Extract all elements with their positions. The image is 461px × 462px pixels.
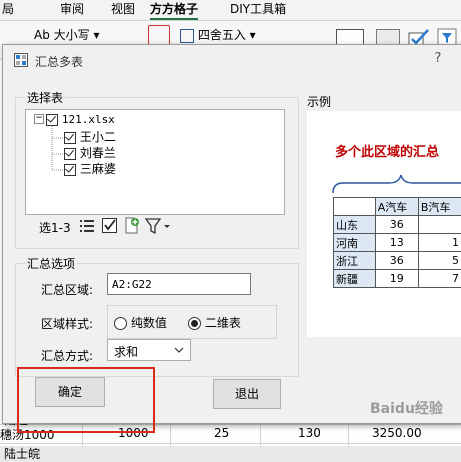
radio-label: 纯数值 xyxy=(131,316,167,330)
root-label: 121.xlsx xyxy=(62,113,115,126)
style-label: 区域样式: xyxy=(41,315,93,332)
preview-cell: 1 xyxy=(418,234,461,252)
select-sheets-label: 选择表 xyxy=(25,89,65,106)
preview-row: 浙江 36 5 xyxy=(334,252,461,270)
tree-root[interactable]: 121.xlsx xyxy=(46,112,115,126)
radio-circle[interactable] xyxy=(114,317,127,330)
brace-icon xyxy=(329,173,461,197)
tab-diy-toolbox[interactable]: DIY工具箱 xyxy=(230,0,286,18)
preview-cell: 河南 xyxy=(334,234,376,252)
item-label: 三麻婆 xyxy=(80,162,116,176)
cell-name-cut[interactable]: 陆士皖 xyxy=(4,445,40,462)
selection-count: 选1-3 xyxy=(39,219,71,236)
tree-item[interactable]: 刘春兰 xyxy=(64,144,116,161)
preview-cell: 36 xyxy=(375,252,418,270)
style-radio-group: 纯数值 二维表 xyxy=(107,305,277,339)
tree-item[interactable]: 王小二 xyxy=(64,128,116,145)
tree-collapse-toggle[interactable]: − xyxy=(34,114,44,124)
method-select[interactable]: 求和 xyxy=(107,339,191,361)
root-checkbox[interactable] xyxy=(46,114,58,126)
preview-cell: A汽车 xyxy=(375,198,418,216)
preview-cell: 新疆 xyxy=(334,270,376,288)
cell-count[interactable]: 130 xyxy=(298,426,321,440)
radio-plain-values[interactable]: 纯数值 xyxy=(114,314,167,331)
watermark: Baidu经验 xyxy=(370,398,443,418)
dialog-title: 汇总多表 xyxy=(35,53,83,70)
tab-view[interactable]: 视图 xyxy=(111,0,135,18)
preview-label: 示例 xyxy=(307,93,331,110)
preview-panel: 多个此区域的汇总 A汽车 B汽车 山东 36 河南 13 1 浙江 36 xyxy=(307,111,461,337)
ribbon-tab-bar: 局 审阅 视图 方方格子 DIY工具箱 xyxy=(0,0,461,21)
preview-cell: 7 xyxy=(418,270,461,288)
add-sheet-icon[interactable] xyxy=(123,217,141,235)
round-button[interactable]: 四舍五入 ▾ xyxy=(180,26,256,43)
item-checkbox[interactable] xyxy=(64,148,76,160)
tab-fangfang[interactable]: 方方格子 xyxy=(150,0,198,20)
cell-price[interactable]: 25 xyxy=(214,426,229,440)
preview-header-row: A汽车 B汽车 xyxy=(334,198,461,216)
item-label: 王小二 xyxy=(80,130,116,144)
method-label: 汇总方式: xyxy=(41,347,93,364)
exit-button[interactable]: 退出 xyxy=(213,379,281,409)
sheet-tree[interactable]: − 121.xlsx 王小二 刘春兰 三麻婆 xyxy=(25,109,285,215)
preview-cell xyxy=(418,216,461,234)
preview-cell: 山东 xyxy=(334,216,376,234)
preview-cell: 5 xyxy=(418,252,461,270)
merge-sheets-dialog: 汇总多表 ? 选择表 − 121.xlsx 王小二 刘春兰 三麻婆 选1-3 xyxy=(2,44,461,424)
highlight-box xyxy=(17,367,155,433)
case-button[interactable]: Ab 大小写 ▾ xyxy=(34,26,100,43)
item-label: 刘春兰 xyxy=(80,146,116,160)
radio-circle[interactable] xyxy=(188,317,201,330)
dialog-titlebar[interactable]: 汇总多表 ? xyxy=(3,45,461,75)
filter-dropdown-icon[interactable] xyxy=(145,217,173,235)
app-icon xyxy=(14,53,28,67)
preview-caption: 多个此区域的汇总 xyxy=(335,141,439,160)
preview-table: A汽车 B汽车 山东 36 河南 13 1 浙江 36 5 新疆 19 7 xyxy=(333,197,461,288)
list-icon[interactable] xyxy=(79,218,95,234)
preview-cell xyxy=(334,198,376,216)
preview-row: 新疆 19 7 xyxy=(334,270,461,288)
check-all-icon[interactable] xyxy=(101,217,119,235)
range-input[interactable] xyxy=(107,273,251,295)
method-value: 求和 xyxy=(114,343,138,360)
radio-label: 二维表 xyxy=(205,316,241,330)
options-label: 汇总选项 xyxy=(25,255,77,272)
cell-total[interactable]: 3250.00 xyxy=(372,426,422,440)
preview-cell: 36 xyxy=(375,216,418,234)
preview-cell: B汽车 xyxy=(418,198,461,216)
preview-cell: 19 xyxy=(375,270,418,288)
radio-two-dim-table[interactable]: 二维表 xyxy=(188,314,241,331)
chevron-down-icon xyxy=(174,347,184,354)
help-button[interactable]: ? xyxy=(431,51,445,67)
tree-item[interactable]: 三麻婆 xyxy=(64,160,116,177)
item-checkbox[interactable] xyxy=(64,132,76,144)
preview-cell: 浙江 xyxy=(334,252,376,270)
tab-layout[interactable]: 局 xyxy=(2,0,14,18)
round-icon xyxy=(180,29,194,43)
preview-row: 河南 13 1 xyxy=(334,234,461,252)
preview-cell: 13 xyxy=(375,234,418,252)
preview-row: 山东 36 xyxy=(334,216,461,234)
range-label: 汇总区域: xyxy=(41,281,93,298)
tab-review[interactable]: 审阅 xyxy=(60,0,84,18)
item-checkbox[interactable] xyxy=(64,164,76,176)
